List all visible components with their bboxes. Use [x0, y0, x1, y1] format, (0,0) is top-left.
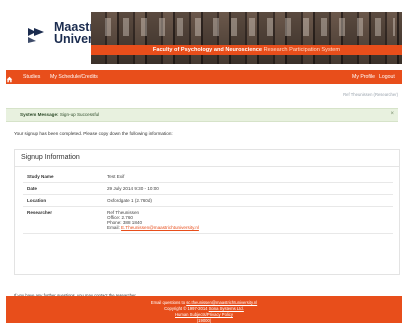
panel-title: Signup Information: [21, 154, 80, 161]
system-message-text: System Message: Sign-up Successful: [20, 112, 99, 117]
home-icon[interactable]: [6, 76, 13, 83]
alert-close-icon[interactable]: ×: [390, 111, 394, 117]
system-message-body: Sign-up Successful: [59, 112, 100, 117]
top-nav: Studies My Schedule/Credits My Profile L…: [6, 70, 402, 84]
system-message-label: System Message:: [20, 112, 59, 117]
banner-title-rest: Research Participation System: [263, 47, 341, 53]
header: Maastricht University Faculty of Psychol…: [6, 6, 402, 65]
panel-divider: [15, 166, 399, 167]
researcher-email-link[interactable]: E.Theunissen@maastrichtuniversity.nl: [121, 225, 199, 230]
row-value-study-name: Test Exif: [103, 171, 393, 183]
nav-studies[interactable]: Studies: [23, 73, 40, 81]
header-banner: Faculty of Psychology and Neuroscience R…: [91, 12, 402, 64]
table-row: Date 29 July 2014 9:30 - 10:00: [23, 182, 393, 195]
footer-copyright: Copyright © 1997-2014: [164, 306, 208, 311]
banner-windows: [105, 18, 395, 36]
table-row: Researcher Ref Theunissen Office: 2.760 …: [23, 206, 393, 234]
footer-email-prefix: Email questions to: [150, 300, 186, 305]
page: Maastricht University Faculty of Psychol…: [0, 0, 402, 323]
maastricht-logo-icon: [28, 28, 44, 43]
nav-logout[interactable]: Logout: [379, 73, 395, 81]
table-row: Location Oxfordgate 1 (2.760d): [23, 194, 393, 207]
row-value-researcher: Ref Theunissen Office: 2.760 Phone: 388 …: [103, 206, 393, 234]
researcher-email-line: Email: E.Theunissen@maastrichtuniversity…: [107, 225, 389, 230]
nav-my-profile[interactable]: My Profile: [352, 73, 375, 81]
system-message: System Message: Sign-up Successful ×: [6, 108, 398, 122]
row-label-study-name: Study Name: [23, 171, 103, 183]
footer-email-link[interactable]: sc.theunissen@maastrichtuniversity.nl: [186, 300, 257, 305]
signup-confirmation-text: Your signup has been completed. Please c…: [14, 131, 173, 136]
row-label-date: Date: [23, 182, 103, 195]
signup-information-panel: Signup Information Study Name Test Exif …: [14, 149, 400, 275]
welcome-text: Ref Theunissen (Researcher): [343, 92, 398, 97]
university-logo[interactable]: Maastricht University: [16, 16, 117, 54]
page-footer: Email questions to sc.theunissen@maastri…: [6, 296, 402, 323]
row-value-location: Oxfordgate 1 (2.760d): [103, 194, 393, 207]
researcher-email-label: Email:: [107, 225, 120, 230]
row-label-researcher: Researcher: [23, 206, 103, 234]
banner-title: Faculty of Psychology and Neuroscience R…: [91, 44, 402, 56]
row-value-date: 29 July 2014 9:30 - 10:00: [103, 182, 393, 195]
signup-info-table: Study Name Test Exif Date 29 July 2014 9…: [23, 171, 393, 234]
row-label-location: Location: [23, 194, 103, 207]
table-row: Study Name Test Exif: [23, 171, 393, 183]
footer-text: Email questions to sc.theunissen@maastri…: [6, 300, 402, 324]
footer-version: (19000): [196, 318, 212, 323]
nav-my-schedule-credits[interactable]: My Schedule/Credits: [50, 73, 98, 81]
footer-company-link[interactable]: Sona Systems Ltd.: [209, 306, 244, 311]
footer-privacy-link[interactable]: Human Subjects/Privacy Policy: [175, 312, 233, 317]
banner-title-bold: Faculty of Psychology and Neuroscience: [152, 47, 263, 53]
